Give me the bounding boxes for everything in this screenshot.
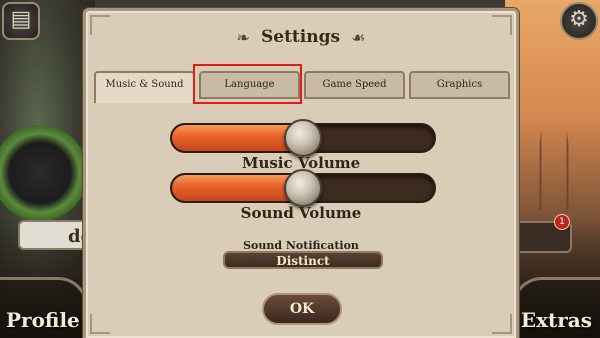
- left-name-plate: do: [18, 220, 93, 250]
- eiffel-tower-illustration: [530, 60, 578, 210]
- tab-graphics[interactable]: Graphics: [409, 71, 510, 99]
- gear-icon[interactable]: ⚙: [560, 2, 598, 40]
- corner-ornament: [90, 314, 110, 334]
- settings-dialog: ❧ Settings ☙ Music & Sound Language Game…: [83, 8, 519, 338]
- notification-badge: 1: [554, 214, 570, 230]
- corner-ornament: [492, 314, 512, 334]
- profile-card-icon[interactable]: ▤: [2, 2, 40, 40]
- profile-button[interactable]: Profile: [6, 308, 80, 332]
- dialog-title: Settings: [260, 27, 341, 47]
- music-volume-knob[interactable]: [284, 119, 322, 157]
- sound-volume-label: Sound Volume: [240, 204, 362, 222]
- dialog-header: ❧ Settings ☙: [86, 27, 516, 47]
- flourish-right-icon: ☙: [351, 28, 366, 47]
- flourish-left-icon: ❧: [236, 28, 250, 47]
- tab-music-sound[interactable]: Music & Sound: [94, 71, 195, 103]
- sound-volume-knob[interactable]: [284, 169, 322, 207]
- tab-game-speed[interactable]: Game Speed: [304, 71, 405, 99]
- ok-button[interactable]: OK: [262, 293, 342, 325]
- settings-tabs: Music & Sound Language Game Speed Graphi…: [94, 71, 512, 105]
- language-tab-highlight: [193, 64, 302, 104]
- sound-notification-dropdown[interactable]: Distinct: [223, 251, 383, 269]
- extras-button[interactable]: Extras: [521, 308, 592, 332]
